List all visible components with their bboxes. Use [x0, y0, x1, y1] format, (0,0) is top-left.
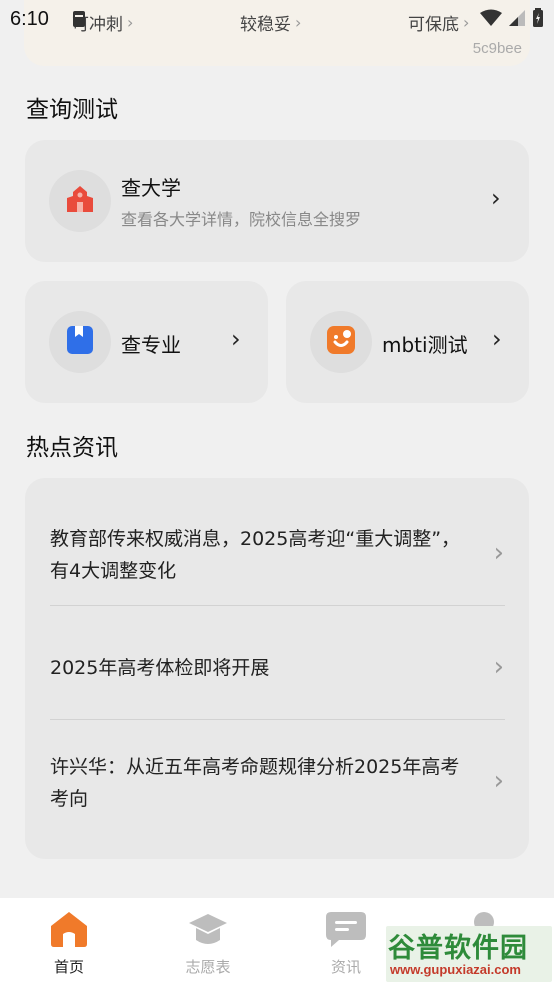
nav-news[interactable]: 资讯 — [306, 908, 386, 977]
university-card-subtitle: 查看各大学详情，院校信息全搜罗 — [121, 210, 362, 229]
news-section-title: 热点资讯 — [26, 435, 118, 461]
mbti-icon-circle — [310, 311, 372, 373]
nav-home[interactable]: 首页 — [29, 908, 109, 977]
risk-rush-label: 可冲刺 — [72, 15, 123, 35]
query-section-title: 查询测试 — [26, 97, 118, 123]
chevron-right-icon: › — [231, 325, 241, 353]
chevron-right-icon: › — [295, 13, 302, 32]
chevron-right-icon: › — [463, 13, 470, 32]
risk-safe-label: 可保底 — [408, 15, 459, 35]
university-search-card[interactable]: 查大学 查看各大学详情，院校信息全搜罗 › — [25, 140, 529, 262]
chevron-right-icon: › — [127, 13, 134, 32]
chevron-right-icon: › — [493, 538, 504, 568]
major-card-title: 查专业 — [121, 333, 181, 357]
watermark-url: www.gupuxiazai.com — [390, 962, 521, 977]
major-icon-circle — [49, 311, 111, 373]
risk-stable-label: 较稳妥 — [240, 15, 291, 35]
chevron-right-icon: › — [492, 325, 502, 353]
nav-home-label: 首页 — [53, 958, 84, 976]
volunteer-summary-card: 可冲刺 › 较稳妥 › 可保底 › 5c9bee — [24, 0, 530, 66]
nav-volunteer-table[interactable]: 志愿表 — [168, 908, 248, 977]
watermark-brand: 谷普软件园 — [388, 933, 528, 964]
university-building-icon — [65, 184, 95, 218]
chevron-right-icon: › — [493, 652, 504, 682]
nav-news-label: 资讯 — [330, 958, 361, 976]
chevron-right-icon: › — [493, 766, 504, 796]
mbti-test-card[interactable]: mbti测试 › — [286, 281, 529, 403]
risk-safe[interactable]: 可保底 › — [408, 10, 469, 35]
mbti-face-icon — [326, 325, 356, 359]
divider — [50, 605, 505, 606]
university-card-title: 查大学 — [121, 176, 181, 200]
major-search-card[interactable]: 查专业 › — [25, 281, 268, 403]
chevron-right-icon: › — [491, 184, 501, 212]
home-icon — [29, 908, 109, 950]
chat-bubble-icon — [306, 908, 386, 950]
divider — [50, 719, 505, 720]
book-icon — [66, 325, 94, 359]
mbti-card-title: mbti测试 — [382, 333, 468, 357]
card-hash: 5c9bee — [472, 40, 522, 57]
graduation-cap-icon — [168, 908, 248, 950]
battery-icon — [532, 8, 544, 32]
news-item-2[interactable]: 2025年高考体检即将开展 — [50, 652, 470, 684]
news-item-1[interactable]: 教育部传来权威消息，2025高考迎“重大调整”，有4大调整变化 — [50, 523, 470, 587]
risk-level-row: 可冲刺 › 较稳妥 › 可保底 › — [24, 10, 530, 38]
risk-stable[interactable]: 较稳妥 › — [240, 10, 301, 35]
nav-volunteer-label: 志愿表 — [185, 958, 231, 976]
news-item-3[interactable]: 许兴华：从近五年高考命题规律分析2025年高考考向 — [50, 751, 470, 815]
university-icon-circle — [49, 170, 111, 232]
site-watermark: 谷普软件园 www.gupuxiazai.com — [386, 926, 552, 982]
risk-rush[interactable]: 可冲刺 › — [72, 10, 133, 35]
